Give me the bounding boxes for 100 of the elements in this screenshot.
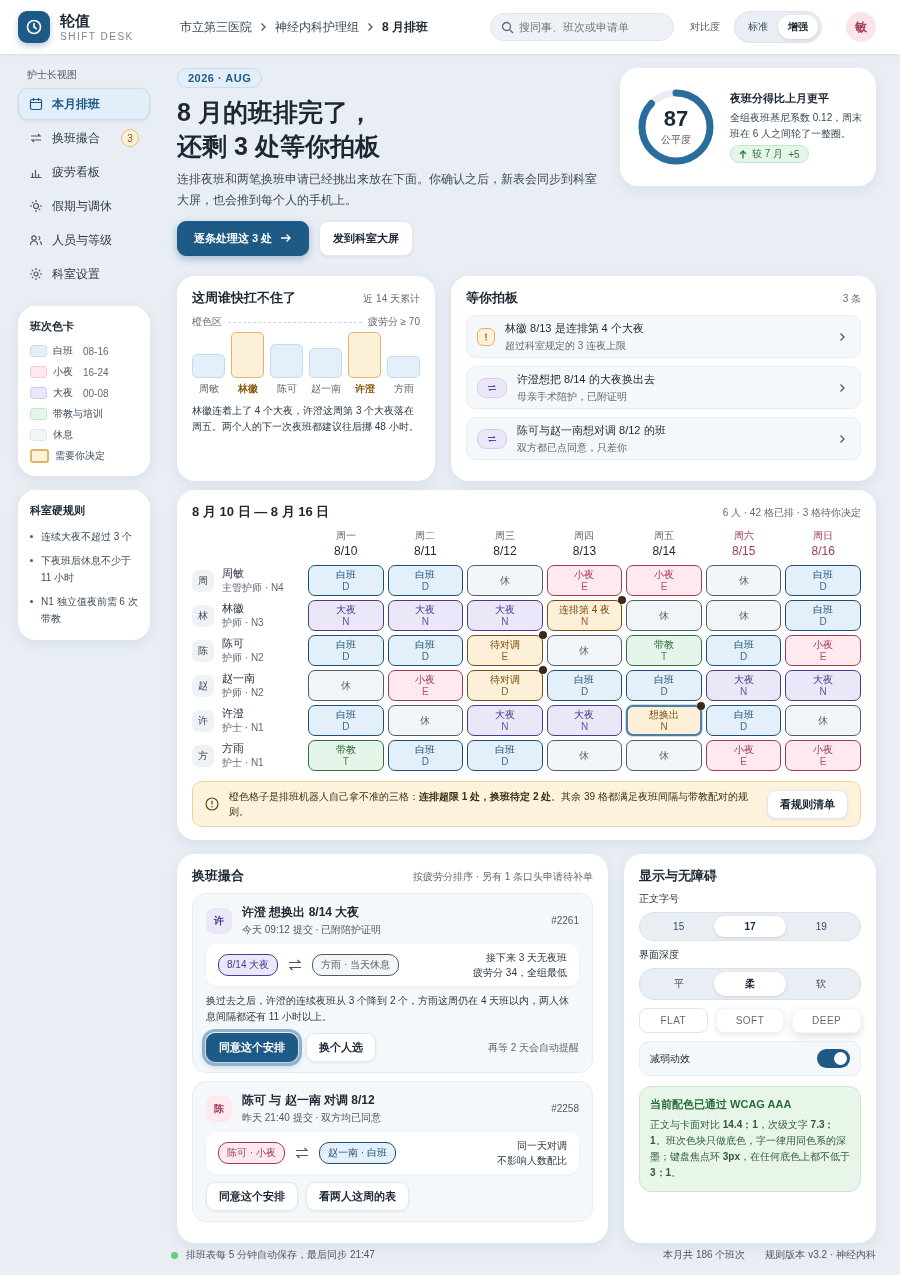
legend-label: 带教与培训 (53, 407, 103, 421)
pending-subtitle: 超过科室规定的 3 连夜上限 (505, 338, 628, 353)
shift-cell[interactable]: 大夜 N (546, 705, 623, 736)
shift-cell[interactable]: 小夜 E (705, 740, 782, 771)
shift-cell[interactable]: 休 (308, 670, 384, 701)
shift-cell[interactable]: 白班 D (705, 635, 782, 666)
font-size-option[interactable]: 17 (714, 916, 786, 937)
shift-cell[interactable]: 白班 D (308, 705, 384, 736)
process-button[interactable]: 逐条处理这 3 处 (177, 220, 310, 256)
shift-cell[interactable]: 带教 T (308, 740, 384, 771)
shift-cell[interactable]: 大夜 N (467, 705, 543, 736)
shift-cell[interactable]: 大夜 N (467, 600, 543, 631)
shift-cell[interactable]: 休 (387, 705, 464, 736)
action-button[interactable]: 看两人这周的表 (306, 1182, 409, 1211)
shift-cell[interactable]: 休 (705, 600, 782, 631)
shift-cell[interactable]: 白班 D (705, 705, 782, 736)
bar-label: 赵一南 (310, 382, 341, 396)
breadcrumb-link[interactable]: 市立第三医院 (180, 18, 252, 36)
pending-item[interactable]: 林徽 8/13 是连排第 4 个大夜 超过科室规定的 3 连夜上限 (466, 315, 861, 358)
shift-cell[interactable]: 白班 D (467, 740, 543, 771)
search-field[interactable]: 搜同事、班次或申请单 (490, 13, 674, 41)
font-size-option[interactable]: 15 (643, 916, 715, 937)
avatar: 林 (192, 604, 214, 627)
action-button[interactable]: 换个人选 (306, 1033, 376, 1062)
request-subtitle: 今天 09:12 提交 · 已附陪护证明 (242, 923, 383, 937)
nav-item[interactable]: 人员与等级 (18, 224, 150, 256)
shift-cell[interactable]: 休 (626, 600, 702, 631)
info-icon (205, 797, 219, 811)
chevron-icon (839, 331, 846, 342)
shift-cell[interactable]: 休 (626, 740, 702, 771)
bar-label: 林徽 (237, 382, 258, 396)
shift-cell[interactable]: 休 (546, 635, 623, 666)
contrast-option[interactable]: 增强 (778, 15, 818, 39)
user-avatar[interactable]: 敏 (846, 12, 876, 42)
shift-cell[interactable]: 休 (467, 565, 543, 596)
app-name: 轮值 (60, 12, 91, 31)
depth-preview[interactable]: DEEP (792, 1008, 861, 1033)
shift-cell[interactable]: 小夜 E (387, 670, 464, 701)
legend-hours: 16-24 (83, 366, 109, 378)
contrast-option[interactable]: 标准 (738, 15, 778, 39)
shift-cell[interactable]: 小夜 E (546, 565, 623, 596)
shift-cell[interactable]: 白班 D (387, 740, 464, 771)
depth-preview[interactable]: FLAT (639, 1008, 708, 1033)
rules-button[interactable]: 看规则清单 (767, 789, 848, 819)
action-button[interactable]: 同意这个安排 (206, 1182, 298, 1211)
pending-item[interactable]: 陈可与赵一南想对调 8/12 的班 双方都已点同意，只差你 (466, 417, 861, 460)
sun-icon (29, 199, 43, 213)
threshold-label: 疲劳分 ≥ 70 (367, 315, 420, 329)
shift-cell[interactable]: 想换出 N (626, 705, 702, 736)
shift-cell[interactable]: 大夜 N (705, 670, 782, 701)
nurse-name: 赵一南 (222, 671, 256, 686)
shift-cell[interactable]: 小夜 E (785, 740, 861, 771)
nav-item[interactable]: 疲劳看板 (18, 156, 150, 188)
depth-preview[interactable]: SOFT (715, 1008, 785, 1033)
shift-cell[interactable]: 带教 T (626, 635, 702, 666)
date-label: 8/10 (334, 544, 358, 558)
nav-item[interactable]: 换班撮合 3 (18, 122, 150, 154)
shift-chip: 陈可 · 小夜 (218, 1142, 285, 1164)
shift-cell[interactable]: 白班 D (626, 670, 702, 701)
nav-item[interactable]: 假期与调休 (18, 190, 150, 222)
shift-cell[interactable]: 休 (705, 565, 782, 596)
shift-cell[interactable]: 白班 D (785, 600, 861, 631)
shift-cell[interactable]: 大夜 N (387, 600, 464, 631)
pending-item[interactable]: 许澄想把 8/14 的大夜换出去 母亲手术陪护，已附证明 (466, 366, 861, 409)
shift-cell[interactable]: 白班 D (308, 635, 384, 666)
shift-cell[interactable]: 休 (785, 705, 861, 736)
toggle-switch[interactable] (817, 1049, 850, 1068)
date-label: 8/15 (731, 544, 756, 558)
avatar: 赵 (192, 674, 214, 697)
search-icon (501, 21, 514, 34)
breadcrumb-link[interactable]: 8 月排班 (382, 18, 428, 36)
swap-icon (288, 959, 303, 971)
shift-cell[interactable]: 大夜 N (308, 600, 384, 631)
shift-cell[interactable]: 小夜 E (626, 565, 702, 596)
card-title: 等你拍板 (466, 289, 518, 307)
depth-option[interactable]: 柔 (714, 972, 786, 996)
shift-cell[interactable]: 白班 D (546, 670, 623, 701)
shift-cell[interactable]: 白班 D (785, 565, 861, 596)
legend-label: 休息 (53, 428, 73, 442)
swap-icon (29, 131, 43, 145)
date-label: 8/14 (652, 544, 676, 558)
breadcrumb-link[interactable]: 神经内科护理组 (275, 18, 359, 36)
shift-cell[interactable]: 大夜 N (785, 670, 861, 701)
chevron-icon (367, 22, 374, 32)
shift-cell[interactable]: 白班 D (387, 565, 464, 596)
publish-button[interactable]: 发到科室大屏 (319, 220, 414, 256)
nurse-role: 护士 · N1 (222, 721, 264, 735)
note-text: 接下来 3 天无夜班 (485, 951, 567, 965)
pending-title: 林徽 8/13 是连排第 4 个大夜 (505, 320, 645, 336)
save-status: 排班表每 5 分钟自动保存，最后同步 21:47 (186, 1248, 375, 1262)
shift-cell[interactable]: 小夜 E (785, 635, 861, 666)
shift-cell[interactable]: 白班 D (308, 565, 384, 596)
nav-item[interactable]: 科室设置 (18, 258, 150, 290)
request-id: #2258 (551, 1103, 579, 1114)
nav-item[interactable]: 本月排班 (18, 88, 150, 120)
shift-cell[interactable]: 休 (546, 740, 623, 771)
font-size-option[interactable]: 19 (785, 916, 857, 937)
depth-option[interactable]: 软 (785, 972, 857, 996)
shift-cell[interactable]: 白班 D (387, 635, 464, 666)
depth-option[interactable]: 平 (643, 972, 715, 996)
